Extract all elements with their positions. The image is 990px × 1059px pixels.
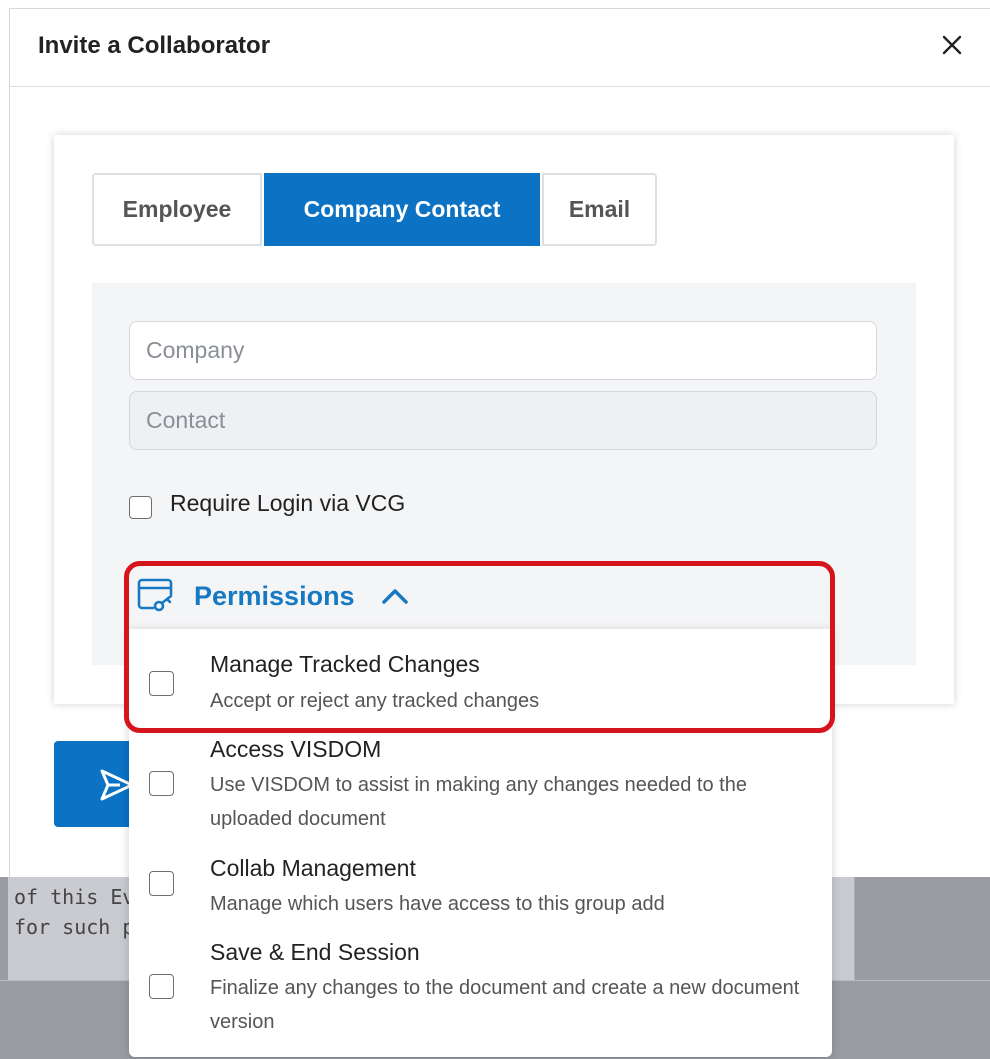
require-login-label: Require Login via VCG (170, 489, 406, 516)
company-input[interactable] (129, 321, 877, 380)
invite-card: Employee Company Contact Email Require L… (54, 135, 954, 704)
permission-checkbox[interactable] (149, 671, 174, 696)
permission-checkbox[interactable] (149, 771, 174, 796)
permission-description: Accept or reject any tracked changes (210, 690, 540, 712)
tab-email[interactable]: Email (542, 173, 657, 246)
permission-checkbox[interactable] (149, 871, 174, 896)
invite-type-tabs: Employee Company Contact Email (92, 173, 657, 246)
permissions-toggle[interactable]: Permissions (136, 574, 409, 618)
contact-input[interactable] (129, 391, 877, 450)
background-text-line-1: of this Ev (14, 885, 135, 909)
close-button[interactable] (936, 29, 968, 61)
tab-employee[interactable]: Employee (92, 173, 262, 246)
permission-title: Manage Tracked Changes (210, 651, 480, 677)
permission-title: Collab Management (210, 855, 416, 881)
permission-description: Use VISDOM to assist in making any chang… (210, 774, 747, 830)
require-login-row: Require Login via VCG (129, 488, 406, 519)
permission-title: Save & End Session (210, 939, 420, 965)
chevron-up-icon (381, 589, 408, 604)
permission-checkbox[interactable] (149, 974, 174, 999)
permissions-dropdown: Manage Tracked Changes Accept or reject … (129, 629, 832, 1057)
close-icon (942, 35, 962, 55)
permission-description: Finalize any changes to the document and… (210, 977, 800, 1033)
tab-company-contact[interactable]: Company Contact (264, 173, 540, 246)
modal-title: Invite a Collaborator (38, 32, 271, 59)
permissions-label: Permissions (194, 580, 355, 611)
permission-title: Access VISDOM (210, 736, 382, 762)
require-login-checkbox[interactable] (129, 495, 152, 519)
permission-description: Manage which users have access to this g… (210, 893, 665, 915)
modal-header: Invite a Collaborator (10, 9, 990, 87)
background-text-line-2: for such p (14, 915, 135, 939)
permissions-key-icon (137, 578, 173, 612)
